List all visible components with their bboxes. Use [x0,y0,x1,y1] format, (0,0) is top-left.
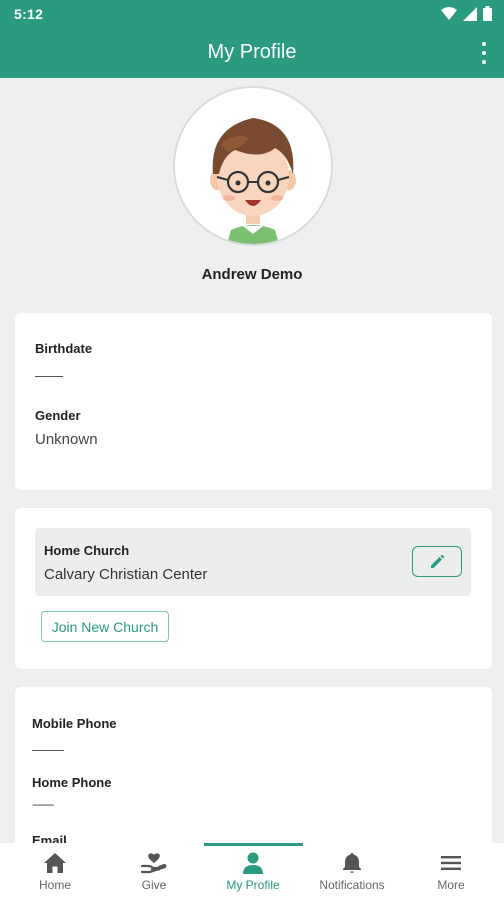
home-icon [43,851,67,875]
battery-icon [483,6,492,21]
app-bar: My Profile [0,28,504,78]
gender-label: Gender [35,408,81,423]
avatar-illustration [175,88,331,244]
nav-item-home[interactable]: Home [5,851,105,897]
nav-item-give[interactable]: Give [104,851,204,897]
user-name: Andrew Demo [201,266,303,283]
home-phone-label: Home Phone [32,775,112,790]
edit-church-button[interactable] [412,546,462,577]
bell-icon [342,851,362,875]
avatar[interactable] [173,86,333,246]
home-church-label: Home Church [44,543,130,558]
status-icons [441,6,492,21]
status-time: 5:12 [14,6,44,22]
birthdate-empty-value [35,376,63,377]
birthdate-label: Birthdate [35,341,93,356]
gender-value: Unknown [35,431,98,448]
bottom-nav: Home Give My Profile Notifications More [0,843,504,900]
active-tab-indicator [204,843,303,846]
home-phone-value: -------- [32,799,54,811]
more-options-icon[interactable] [480,42,488,64]
pencil-icon [431,554,445,568]
page-title: My Profile [207,41,297,63]
home-church-value: Calvary Christian Center [44,566,208,583]
church-card: Home Church Calvary Christian Center Joi… [15,508,492,669]
nav-item-my-profile[interactable]: My Profile [203,851,303,897]
mobile-phone-label: Mobile Phone [32,716,117,731]
profile-icon [242,851,264,875]
signal-icon [463,6,477,21]
nav-label-give: Give [141,878,167,892]
home-church-box: Home Church Calvary Christian Center [35,528,471,596]
menu-icon [441,851,461,875]
nav-label-my-profile: My Profile [226,878,280,892]
nav-item-notifications[interactable]: Notifications [302,851,402,897]
give-icon [141,851,167,875]
wifi-icon [441,6,457,20]
mobile-phone-empty-value [32,750,64,751]
nav-label-notifications: Notifications [319,878,385,892]
nav-label-more: More [437,878,465,892]
join-new-church-button[interactable]: Join New Church [41,611,169,642]
nav-label-home: Home [38,878,71,892]
status-bar: 5:12 [0,0,504,28]
nav-item-more[interactable]: More [401,851,501,897]
personal-info-card: Birthdate Gender Unknown [15,313,492,490]
